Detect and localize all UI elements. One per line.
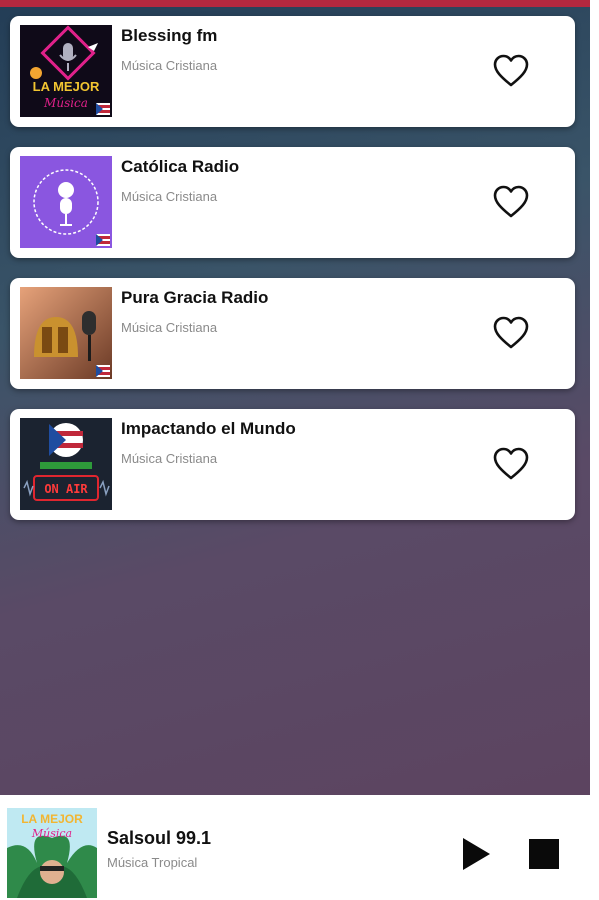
- station-logo: LA MEJOR Música: [20, 25, 112, 117]
- now-playing-title: Salsoul 99.1: [107, 828, 212, 848]
- station-logo: [20, 156, 112, 248]
- station-card[interactable]: Católica Radio Música Cristiana: [10, 147, 575, 258]
- station-genre: Música Cristiana: [121, 189, 218, 204]
- top-accent-bar: [0, 0, 590, 7]
- station-genre: Música Cristiana: [121, 58, 218, 73]
- station-logo-text: ON AIR: [44, 482, 88, 496]
- play-icon: [463, 838, 490, 870]
- stop-icon: [529, 839, 559, 869]
- station-genre: Música Cristiana: [121, 320, 218, 335]
- heart-outline-icon: [493, 316, 529, 349]
- station-genre: Música Cristiana: [121, 451, 218, 466]
- station-title: Blessing fm: [121, 26, 218, 45]
- station-list: LA MEJOR Música Blessing fm Música Crist…: [10, 16, 575, 540]
- favorite-button[interactable]: [493, 447, 529, 481]
- station-logo: [20, 287, 112, 379]
- edge-strip: [590, 0, 599, 900]
- now-playing-art-script: Música: [31, 827, 72, 840]
- now-playing-bar[interactable]: LA MEJOR Música Salsoul 99.1 Música Trop…: [0, 800, 590, 900]
- play-button[interactable]: [460, 836, 492, 872]
- now-playing-art-text: LA MEJOR: [21, 812, 83, 826]
- stop-button[interactable]: [528, 838, 560, 870]
- station-list-screen: LA MEJOR Música Blessing fm Música Crist…: [0, 0, 590, 795]
- station-card[interactable]: ON AIR Impactando el Mundo Música Cristi…: [10, 409, 575, 520]
- station-title: Pura Gracia Radio: [121, 288, 269, 307]
- heart-outline-icon: [493, 54, 529, 87]
- station-logo-text: LA MEJOR: [33, 79, 100, 94]
- station-card[interactable]: LA MEJOR Música Blessing fm Música Crist…: [10, 16, 575, 127]
- favorite-button[interactable]: [493, 185, 529, 219]
- favorite-button[interactable]: [493, 54, 529, 88]
- favorite-button[interactable]: [493, 316, 529, 350]
- station-title: Impactando el Mundo: [121, 419, 296, 438]
- now-playing-genre: Música Tropical: [107, 855, 198, 870]
- station-logo: ON AIR: [20, 418, 112, 510]
- heart-outline-icon: [493, 447, 529, 480]
- station-card[interactable]: Pura Gracia Radio Música Cristiana: [10, 278, 575, 389]
- heart-outline-icon: [493, 185, 529, 218]
- station-logo-script: Música: [43, 96, 88, 110]
- station-title: Católica Radio: [121, 157, 240, 176]
- now-playing-art: LA MEJOR Música: [7, 808, 97, 898]
